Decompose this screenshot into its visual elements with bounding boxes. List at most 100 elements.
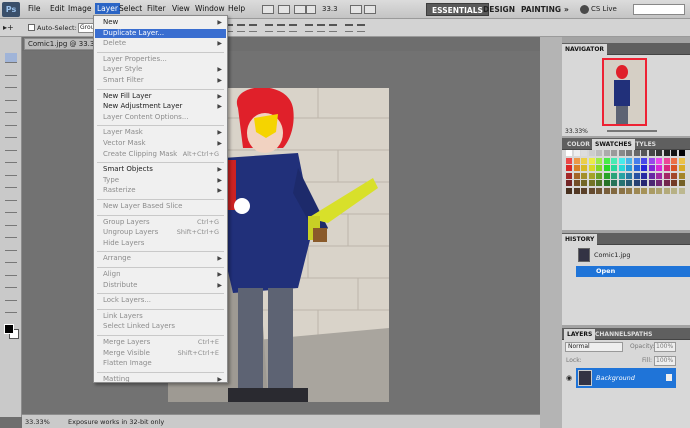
color-swatch[interactable] (573, 150, 580, 156)
layer-menu-item[interactable]: Merge Visible (103, 349, 150, 358)
layer-menu-item[interactable]: New Layer Based Slice (103, 202, 182, 211)
color-swatch[interactable] (633, 187, 640, 194)
shape-tool-icon[interactable] (5, 266, 17, 276)
color-swatch[interactable] (611, 157, 617, 164)
navigator-zoom-slider[interactable] (607, 130, 657, 132)
color-swatch[interactable] (573, 157, 580, 164)
color-swatch[interactable] (641, 172, 647, 179)
color-swatch[interactable] (633, 165, 640, 171)
layer-menu-item[interactable]: Align (103, 270, 121, 279)
auto-select-dropdown[interactable]: Grou (78, 23, 94, 33)
menu-select[interactable]: Select (119, 4, 142, 13)
zoom-tool-icon[interactable] (306, 5, 316, 14)
opacity-field[interactable]: 100% (654, 342, 676, 352)
color-swatch[interactable] (596, 157, 602, 164)
color-swatch[interactable] (588, 172, 595, 179)
history-step-row[interactable]: Open (576, 266, 690, 277)
tab-navigator[interactable]: NAVIGATOR (562, 44, 608, 55)
layer-menu-item[interactable]: Layer Style (103, 65, 142, 74)
color-swatch[interactable] (566, 165, 572, 171)
align-icon[interactable] (265, 24, 273, 32)
color-swatch[interactable] (656, 157, 662, 164)
color-swatch[interactable] (596, 150, 602, 156)
layer-menu-item[interactable]: New (103, 18, 118, 27)
color-swatch[interactable] (641, 187, 647, 194)
color-swatch[interactable] (573, 187, 580, 194)
view-extras-icon[interactable] (278, 5, 290, 14)
color-swatch[interactable] (663, 165, 670, 171)
layer-menu-item[interactable]: Flatten Image (103, 359, 152, 368)
tab-layers[interactable]: LAYERS (564, 329, 596, 340)
align-icon[interactable] (237, 24, 245, 32)
move-tool-icon[interactable]: ▸+ (3, 23, 14, 32)
color-swatch[interactable] (611, 165, 617, 171)
move-tool-icon[interactable] (5, 53, 17, 63)
color-swatch[interactable] (633, 172, 640, 179)
layer-menu-item[interactable]: Ungroup Layers (103, 228, 158, 237)
color-swatch[interactable] (603, 150, 610, 156)
healing-tool-icon[interactable] (5, 128, 17, 138)
color-swatch[interactable] (581, 172, 587, 179)
path-select-tool-icon[interactable] (5, 253, 17, 263)
color-swatch[interactable] (671, 157, 677, 164)
color-swatch[interactable] (663, 187, 670, 194)
color-swatch[interactable] (581, 165, 587, 171)
color-swatch[interactable] (566, 180, 572, 186)
layer-menu-item[interactable]: Distribute (103, 281, 137, 290)
color-swatch[interactable] (573, 172, 580, 179)
menu-file[interactable]: File (28, 4, 41, 13)
layer-menu-item[interactable]: Delete (103, 39, 126, 48)
color-swatch[interactable] (678, 157, 685, 164)
color-swatch[interactable] (678, 165, 685, 171)
color-swatch[interactable] (566, 172, 572, 179)
blend-mode-select[interactable]: Normal (565, 342, 623, 352)
color-swatch[interactable] (596, 180, 602, 186)
color-swatch[interactable] (626, 172, 632, 179)
color-swatch[interactable] (663, 150, 670, 156)
color-swatch[interactable] (611, 187, 617, 194)
color-swatch[interactable] (596, 187, 602, 194)
eye-icon[interactable]: ◉ (564, 368, 574, 388)
tab-color[interactable]: COLOR (564, 139, 593, 150)
color-swatch[interactable] (663, 172, 670, 179)
color-swatch[interactable] (603, 187, 610, 194)
color-swatch[interactable] (648, 165, 655, 171)
tab-paths[interactable]: PATHS (628, 329, 655, 340)
align-icon[interactable] (305, 24, 313, 32)
layer-menu-item[interactable]: New Fill Layer (103, 92, 152, 101)
hand-tool-icon[interactable] (5, 291, 17, 301)
color-swatch[interactable] (633, 157, 640, 164)
marquee-tool-icon[interactable] (5, 66, 17, 76)
color-swatch[interactable] (603, 157, 610, 164)
crop-tool-icon[interactable] (5, 103, 17, 113)
layer-menu-item[interactable]: Layer Mask (103, 128, 143, 137)
layer-menu-item[interactable]: Vector Mask (103, 139, 146, 148)
color-swatch[interactable] (626, 187, 632, 194)
color-swatch[interactable] (573, 180, 580, 186)
color-swatch[interactable] (581, 180, 587, 186)
screen-mode-icon[interactable] (364, 5, 376, 14)
color-swatch[interactable] (603, 172, 610, 179)
navigator-zoom[interactable]: 33.33% (565, 128, 588, 135)
layer-menu-item[interactable]: Group Layers (103, 218, 150, 227)
color-swatch[interactable] (588, 157, 595, 164)
layer-menu-item[interactable]: Smart Filter (103, 76, 144, 85)
search-input[interactable] (633, 4, 685, 15)
color-swatch[interactable] (566, 157, 572, 164)
layer-menu-item[interactable]: Hide Layers (103, 239, 144, 248)
color-swatch[interactable] (618, 150, 625, 156)
navigator-thumbnail[interactable] (602, 58, 647, 126)
layer-menu-item[interactable]: Create Clipping Mask (103, 150, 177, 159)
eyedropper-tool-icon[interactable] (5, 116, 17, 126)
color-swatch[interactable] (648, 157, 655, 164)
color-swatch[interactable] (581, 150, 587, 156)
layer-menu-item[interactable]: Matting (103, 375, 130, 384)
color-swatch[interactable] (656, 187, 662, 194)
cs-live-label[interactable]: CS Live (591, 5, 617, 13)
color-swatch[interactable] (633, 180, 640, 186)
color-swatch[interactable] (671, 172, 677, 179)
color-swatch[interactable] (678, 180, 685, 186)
menu-window[interactable]: Window (195, 4, 225, 13)
layer-menu-item[interactable]: Merge Layers (103, 338, 150, 347)
blur-tool-icon[interactable] (5, 203, 17, 213)
